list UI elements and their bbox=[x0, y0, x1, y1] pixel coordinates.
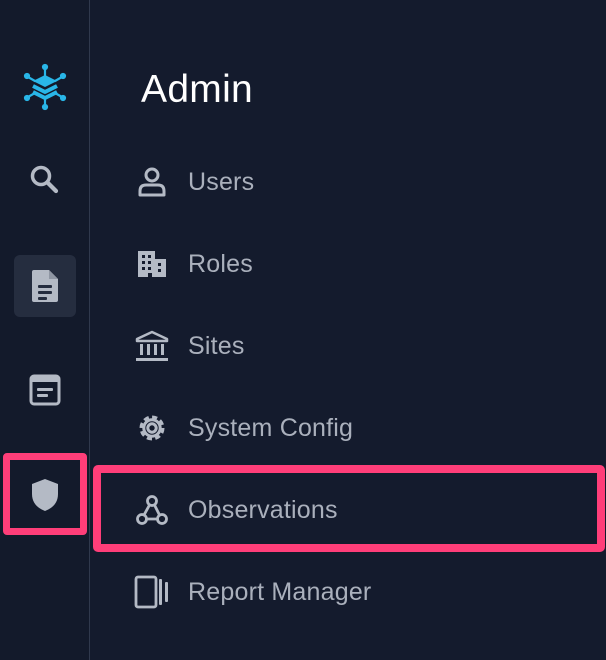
admin-menu-item-observations[interactable]: Observations bbox=[91, 474, 606, 546]
admin-menu-label-users: Users bbox=[188, 168, 255, 196]
webhook-icon bbox=[134, 492, 170, 528]
admin-navigation-screen: Admin Users Roles Sites System Config Ob… bbox=[0, 0, 606, 660]
admin-menu-label-report-manager: Report Manager bbox=[188, 578, 372, 606]
report-manager-icon bbox=[134, 574, 170, 610]
page-title: Admin bbox=[141, 68, 254, 111]
admin-panel: Admin Users Roles Sites System Config Ob… bbox=[91, 0, 606, 660]
admin-menu-item-system-config[interactable]: System Config bbox=[91, 392, 606, 464]
admin-menu-item-roles[interactable]: Roles bbox=[91, 228, 606, 300]
admin-menu-label-system-config: System Config bbox=[188, 414, 354, 442]
admin-menu-label-sites: Sites bbox=[188, 332, 245, 360]
notes-panel-icon bbox=[28, 373, 62, 407]
network-cube-logo-icon bbox=[21, 63, 69, 111]
institution-icon bbox=[134, 328, 170, 364]
search-rail-button[interactable] bbox=[14, 149, 76, 211]
search-icon bbox=[28, 163, 62, 197]
gear-icon bbox=[134, 410, 170, 446]
admin-menu-label-roles: Roles bbox=[188, 250, 253, 278]
notes-rail-button[interactable] bbox=[14, 359, 76, 421]
app-logo-button[interactable] bbox=[14, 56, 76, 118]
documents-rail-button[interactable] bbox=[14, 255, 76, 317]
admin-menu-label-observations: Observations bbox=[188, 496, 338, 524]
document-icon bbox=[29, 268, 61, 304]
building-icon bbox=[134, 246, 170, 282]
left-icon-rail bbox=[0, 0, 90, 660]
admin-rail-button[interactable] bbox=[14, 464, 76, 526]
user-icon bbox=[134, 164, 170, 200]
admin-menu-item-report-manager[interactable]: Report Manager bbox=[91, 556, 606, 628]
admin-menu-item-sites[interactable]: Sites bbox=[91, 310, 606, 382]
admin-menu-item-users[interactable]: Users bbox=[91, 146, 606, 218]
shield-icon bbox=[28, 476, 62, 514]
